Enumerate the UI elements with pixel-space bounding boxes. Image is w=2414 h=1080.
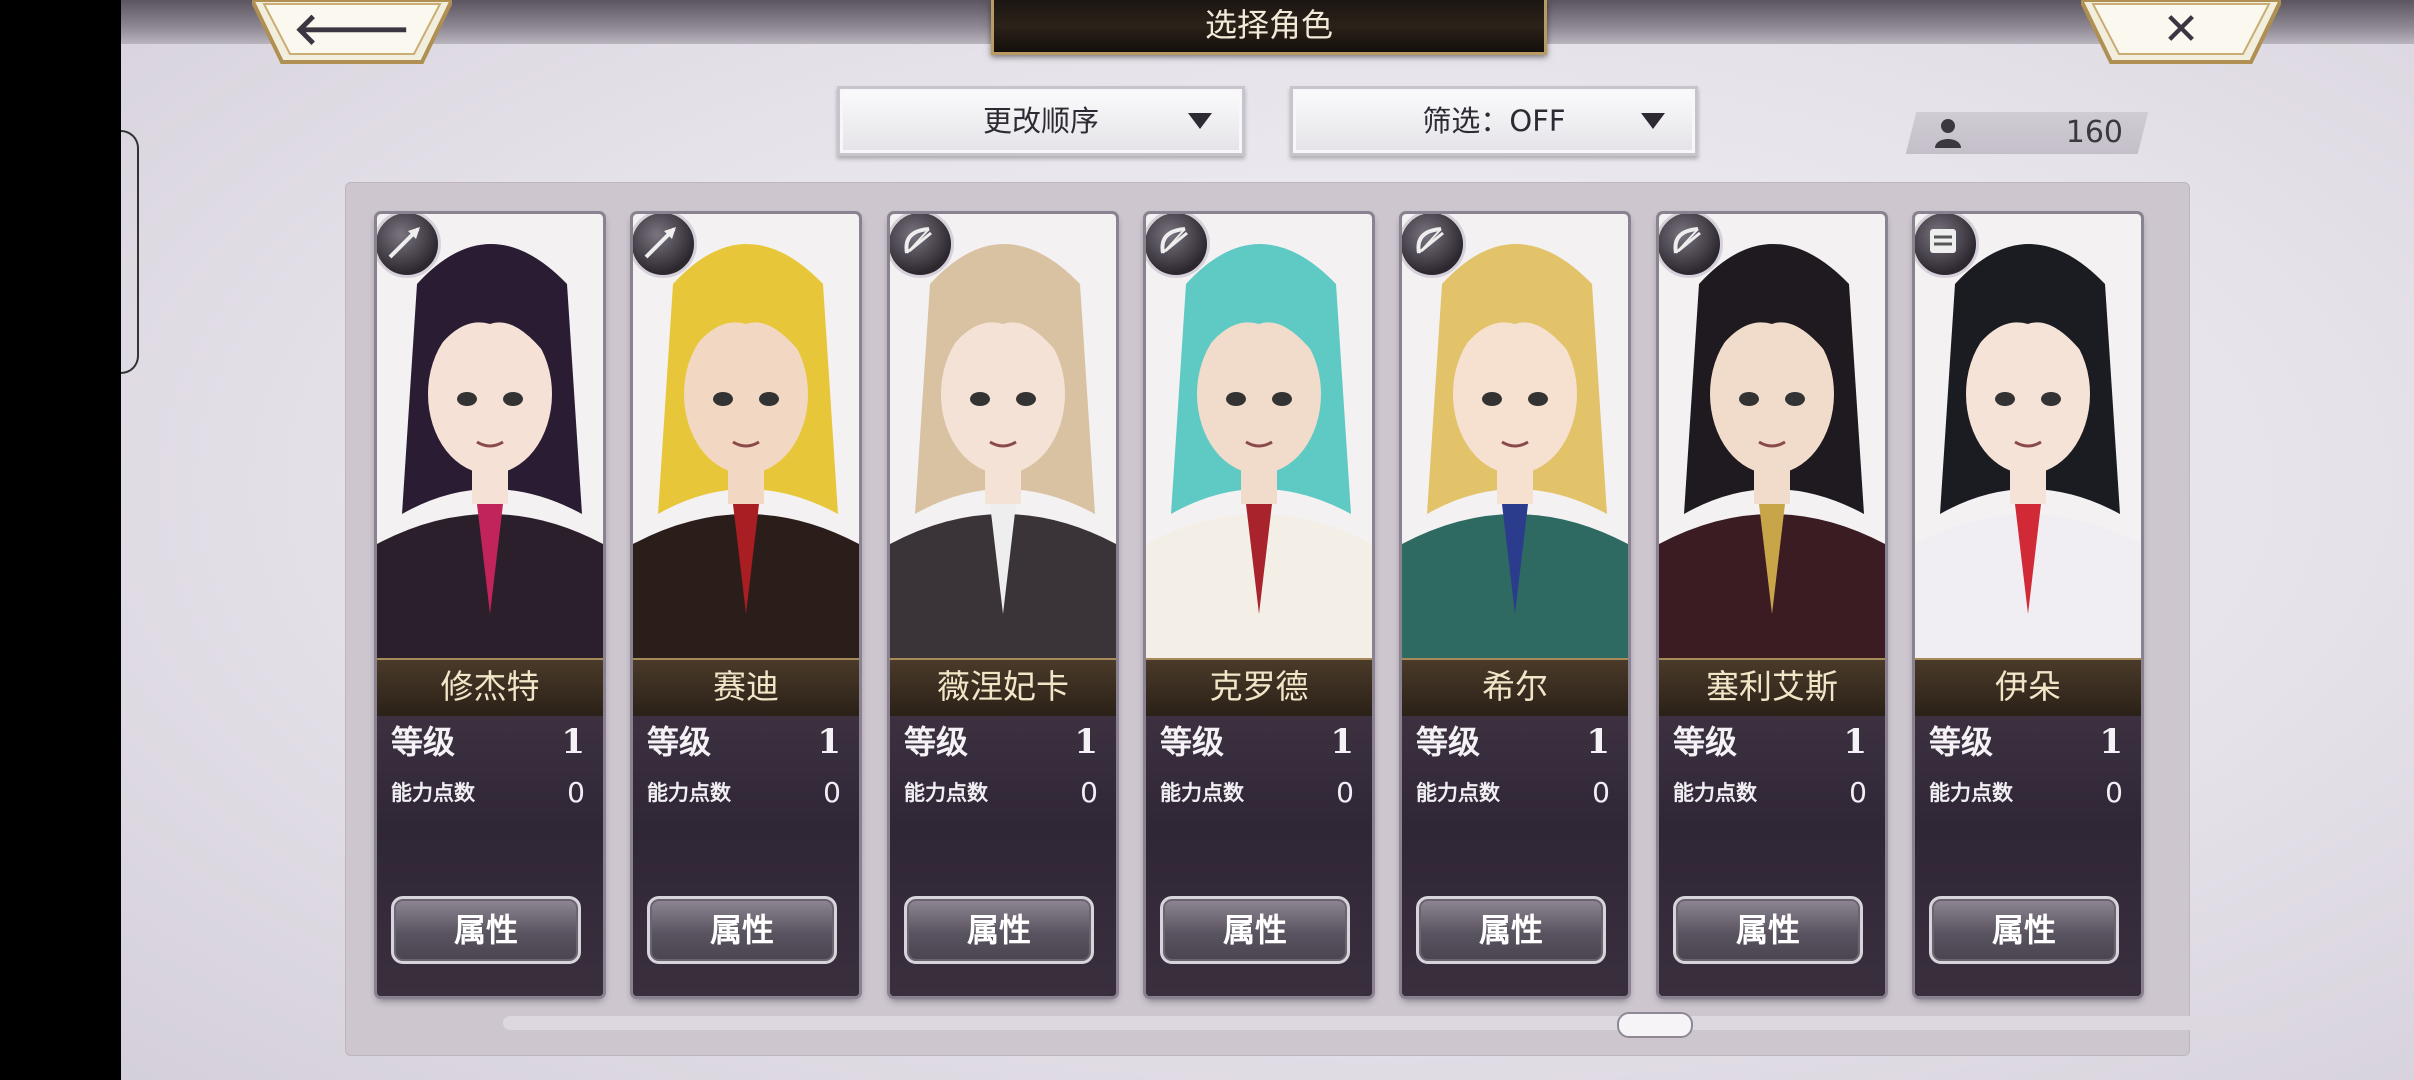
character-count: 160 xyxy=(2065,115,2123,150)
horizontal-scrollbar[interactable] xyxy=(503,1016,2279,1030)
game-screen: 🡐 选择角色 ✕ 更改顺序 筛选：OFF 160 修杰特 等级 1 能力点数 0… xyxy=(121,0,2414,1080)
level-value: 1 xyxy=(1074,722,1098,762)
level-row: 等级 1 xyxy=(1673,722,1867,762)
arrow-left-icon: 🡐 xyxy=(293,4,411,55)
ability-points-row: 能力点数 0 xyxy=(391,776,585,810)
ability-points-row: 能力点数 0 xyxy=(1416,776,1610,810)
ability-points-label: 能力点数 xyxy=(647,781,731,805)
character-portrait xyxy=(1402,214,1628,658)
character-name: 薇涅妃卡 xyxy=(890,658,1116,716)
ability-points-row: 能力点数 0 xyxy=(904,776,1098,810)
character-name: 塞利艾斯 xyxy=(1659,658,1885,716)
level-label: 等级 xyxy=(1160,723,1225,761)
character-card[interactable]: 赛迪 等级 1 能力点数 0 属性 xyxy=(633,214,859,996)
character-card[interactable]: 塞利艾斯 等级 1 能力点数 0 属性 xyxy=(1659,214,1885,996)
character-name: 赛迪 xyxy=(633,658,859,716)
filter-label: 筛选：OFF xyxy=(1422,104,1566,138)
character-name: 伊朵 xyxy=(1915,658,2141,716)
attributes-button[interactable]: 属性 xyxy=(904,896,1094,964)
level-label: 等级 xyxy=(904,723,969,761)
ability-points-row: 能力点数 0 xyxy=(1929,776,2123,810)
character-portrait xyxy=(1146,214,1372,658)
ability-points-value: 0 xyxy=(2105,776,2123,809)
level-row: 等级 1 xyxy=(647,722,841,762)
attributes-button[interactable]: 属性 xyxy=(1160,896,1350,964)
attributes-button[interactable]: 属性 xyxy=(391,896,581,964)
attributes-button[interactable]: 属性 xyxy=(1416,896,1606,964)
ability-points-label: 能力点数 xyxy=(391,781,475,805)
attributes-button[interactable]: 属性 xyxy=(647,896,837,964)
character-portrait xyxy=(890,214,1116,658)
ability-points-label: 能力点数 xyxy=(904,781,988,805)
character-portrait xyxy=(1915,214,2141,658)
ability-points-label: 能力点数 xyxy=(1416,781,1500,805)
level-row: 等级 1 xyxy=(1929,722,2123,762)
level-label: 等级 xyxy=(647,723,712,761)
ability-points-row: 能力点数 0 xyxy=(1160,776,1354,810)
page-title: 选择角色 xyxy=(991,0,1547,55)
close-x-icon: ✕ xyxy=(2162,4,2200,55)
character-count-badge: 160 xyxy=(1905,112,2149,154)
character-card[interactable]: 伊朵 等级 1 能力点数 0 属性 xyxy=(1915,214,2141,996)
level-value: 1 xyxy=(1586,722,1610,762)
level-value: 1 xyxy=(817,722,841,762)
level-label: 等级 xyxy=(1929,723,1994,761)
character-name: 希尔 xyxy=(1402,658,1628,716)
character-portrait xyxy=(633,214,859,658)
close-button[interactable]: ✕ xyxy=(2081,0,2281,66)
level-row: 等级 1 xyxy=(1160,722,1354,762)
scrollbar-thumb[interactable] xyxy=(1617,1012,1693,1038)
ability-points-row: 能力点数 0 xyxy=(1673,776,1867,810)
character-card[interactable]: 修杰特 等级 1 能力点数 0 属性 xyxy=(377,214,603,996)
ability-points-value: 0 xyxy=(1592,776,1610,809)
ability-points-value: 0 xyxy=(567,776,585,809)
level-value: 1 xyxy=(561,722,585,762)
attributes-button[interactable]: 属性 xyxy=(1673,896,1863,964)
character-portrait xyxy=(377,214,603,658)
character-name: 修杰特 xyxy=(377,658,603,716)
ability-points-label: 能力点数 xyxy=(1673,781,1757,805)
chevron-down-icon xyxy=(1641,113,1665,129)
level-label: 等级 xyxy=(1673,723,1738,761)
level-value: 1 xyxy=(2099,722,2123,762)
ability-points-value: 0 xyxy=(1849,776,1867,809)
character-name: 克罗德 xyxy=(1146,658,1372,716)
filter-dropdown[interactable]: 筛选：OFF xyxy=(1290,86,1698,156)
ability-points-row: 能力点数 0 xyxy=(647,776,841,810)
attributes-button[interactable]: 属性 xyxy=(1929,896,2119,964)
level-row: 等级 1 xyxy=(1416,722,1610,762)
sort-order-label: 更改顺序 xyxy=(982,104,1099,138)
level-row: 等级 1 xyxy=(391,722,585,762)
level-value: 1 xyxy=(1330,722,1354,762)
sort-order-dropdown[interactable]: 更改顺序 xyxy=(837,86,1245,156)
level-value: 1 xyxy=(1843,722,1867,762)
level-label: 等级 xyxy=(391,723,456,761)
left-edge-frame xyxy=(121,130,139,374)
chevron-down-icon xyxy=(1188,113,1212,129)
character-portrait xyxy=(1659,214,1885,658)
ability-points-value: 0 xyxy=(823,776,841,809)
character-card[interactable]: 希尔 等级 1 能力点数 0 属性 xyxy=(1402,214,1628,996)
ability-points-value: 0 xyxy=(1336,776,1354,809)
person-icon xyxy=(1935,119,1961,148)
ability-points-value: 0 xyxy=(1080,776,1098,809)
character-card[interactable]: 薇涅妃卡 等级 1 能力点数 0 属性 xyxy=(890,214,1116,996)
character-card[interactable]: 克罗德 等级 1 能力点数 0 属性 xyxy=(1146,214,1372,996)
level-row: 等级 1 xyxy=(904,722,1098,762)
ability-points-label: 能力点数 xyxy=(1929,781,2013,805)
level-label: 等级 xyxy=(1416,723,1481,761)
ability-points-label: 能力点数 xyxy=(1160,781,1244,805)
back-button[interactable]: 🡐 xyxy=(252,0,452,66)
